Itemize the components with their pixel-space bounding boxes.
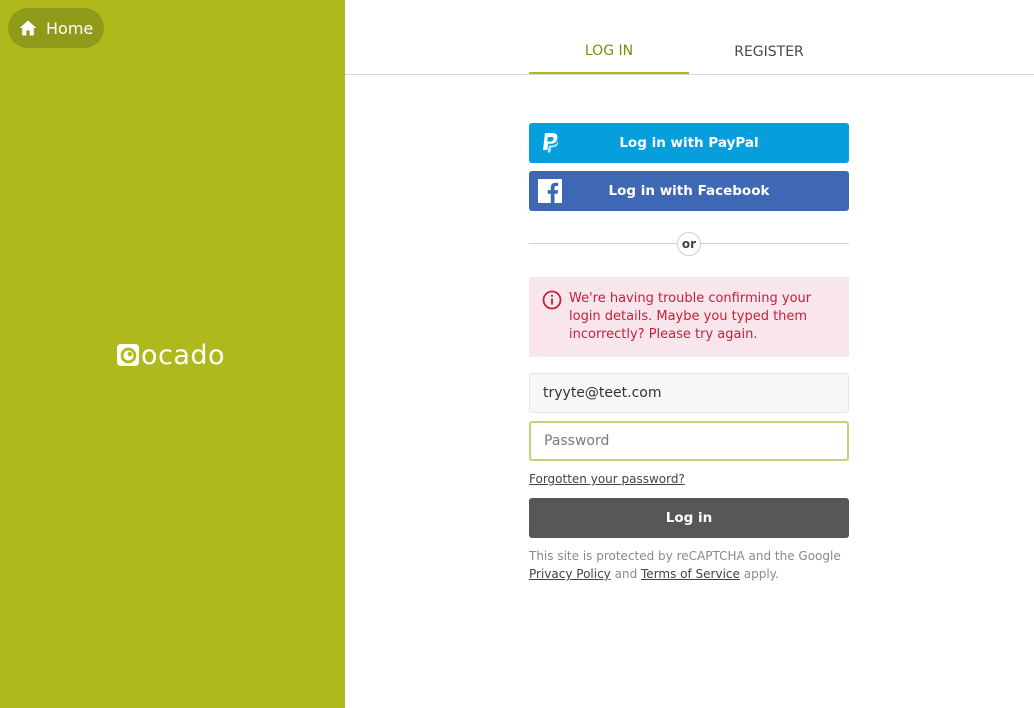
home-icon [19,20,37,36]
log-in-label: Log in [665,510,713,526]
or-label: or [677,232,701,256]
recaptcha-text: This site is protected by reCAPTCHA and … [529,549,841,563]
paypal-icon [543,133,558,153]
terms-of-service-link[interactable]: Terms of Service [641,567,740,581]
error-message: We're having trouble confirming your log… [569,291,812,342]
error-alert: We're having trouble confirming your log… [529,277,849,357]
log-in-button[interactable]: Log in [529,498,849,538]
facebook-icon [538,179,562,203]
facebook-login-button[interactable]: Log in with Facebook [529,171,849,211]
paypal-login-button[interactable]: Log in with PayPal [529,123,849,163]
home-button[interactable]: Home [8,8,104,48]
email-field[interactable] [529,373,849,413]
paypal-login-label: Log in with PayPal [619,135,759,151]
password-field[interactable] [529,421,849,461]
ocado-logo: ocado [117,340,225,370]
tabs-divider [345,74,1034,75]
brand-wordmark: ocado [141,339,226,371]
tab-log-in[interactable]: LOG IN [529,30,689,74]
home-label: Home [46,18,94,38]
facebook-login-label: Log in with Facebook [608,183,770,199]
recaptcha-apply: apply. [743,567,779,581]
alert-circle-icon [542,290,562,310]
privacy-policy-link[interactable]: Privacy Policy [529,567,611,581]
recaptcha-notice: This site is protected by reCAPTCHA and … [529,547,849,583]
recaptcha-and: and [614,567,638,581]
brand-panel: Home ocado [0,0,345,708]
ocado-logo-icon [117,344,139,366]
tab-register[interactable]: REGISTER [689,30,849,74]
forgot-password-link[interactable]: Forgotten your password? [529,472,685,486]
